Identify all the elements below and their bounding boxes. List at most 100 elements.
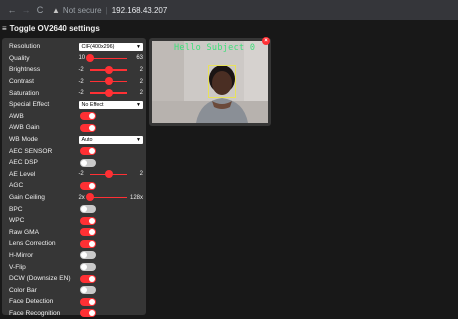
setting-label: DCW (Downsize EN)	[9, 275, 71, 283]
chevron-down-icon: ▼	[136, 101, 141, 108]
setting-label: AEC DSP	[9, 159, 38, 167]
setting-h-mirror: H-Mirror	[9, 250, 143, 262]
reload-icon[interactable]: C	[34, 5, 46, 15]
setting-v-flip: V-Flip	[9, 261, 143, 273]
setting-brightness: Brightness -2 2	[9, 64, 143, 76]
toggle-knob	[89, 229, 95, 236]
slider-thumb[interactable]	[104, 89, 113, 98]
quality-slider[interactable]: 10 63	[78, 54, 143, 63]
wb-mode-select[interactable]: Auto ▼	[79, 135, 143, 144]
hamburger-icon[interactable]: ≡	[2, 24, 7, 33]
slider-track[interactable]	[86, 54, 127, 63]
setting-contrast: Contrast -2 2	[9, 76, 143, 88]
toggle-knob	[89, 240, 95, 247]
chevron-down-icon: ▼	[136, 136, 141, 143]
raw-gma-toggle[interactable]	[80, 228, 96, 237]
slider-track[interactable]	[90, 77, 127, 86]
slider-track[interactable]	[90, 170, 127, 179]
setting-resolution: Resolution CIF(400x296) ▼	[9, 41, 143, 53]
slider-thumb[interactable]	[104, 65, 113, 74]
special-effect-select[interactable]: No Effect ▼	[79, 100, 143, 109]
aec-sensor-toggle[interactable]	[80, 147, 96, 156]
setting-label: WPC	[9, 217, 25, 225]
settings-toggle-label[interactable]: Toggle OV2640 settings	[10, 24, 100, 33]
awb-gain-toggle[interactable]	[80, 123, 96, 132]
setting-agc: AGC	[9, 180, 143, 192]
toggle-knob	[81, 264, 87, 271]
setting-label: Saturation	[9, 89, 40, 97]
setting-color-bar: Color Bar	[9, 284, 143, 296]
toggle-knob	[89, 217, 95, 224]
warning-icon[interactable]: ▲	[52, 6, 60, 15]
slider-track[interactable]	[90, 65, 127, 74]
forward-arrow-icon[interactable]: →	[20, 5, 32, 15]
saturation-slider[interactable]: -2 2	[78, 89, 143, 98]
gain-ceiling-slider[interactable]: 2x 128x	[78, 193, 143, 202]
slider-track[interactable]	[86, 193, 127, 202]
h-mirror-toggle[interactable]	[80, 251, 96, 260]
security-label[interactable]: Not secure	[63, 6, 102, 15]
camera-stream: Hello Subject 0	[152, 41, 268, 123]
select-value: No Effect	[81, 101, 104, 108]
back-arrow-icon[interactable]: ←	[6, 5, 18, 15]
awb-toggle[interactable]	[80, 112, 96, 121]
toggle-knob	[89, 124, 95, 131]
setting-awb-gain: AWB Gain	[9, 122, 143, 134]
face-detection-box	[208, 65, 236, 98]
close-icon[interactable]: ×	[262, 37, 270, 45]
setting-label: Resolution	[9, 43, 41, 51]
color-bar-toggle[interactable]	[80, 286, 96, 295]
slider-thumb[interactable]	[86, 54, 95, 63]
slider-max: 2	[139, 78, 143, 85]
setting-face-detection: Face Detection	[9, 296, 143, 308]
lens-correction-toggle[interactable]	[80, 239, 96, 248]
stream-container: Hello Subject 0 ×	[149, 37, 271, 126]
setting-label: AE Level	[9, 170, 36, 178]
setting-face-recognition: Face Recognition	[9, 308, 143, 319]
toggle-knob	[81, 206, 87, 213]
toggle-knob	[89, 298, 95, 305]
slider-max: 63	[136, 55, 143, 62]
address-bar[interactable]: 192.168.43.207	[112, 6, 168, 15]
settings-toggle[interactable]: ≡ Toggle OV2640 settings	[0, 20, 458, 37]
slider-thumb[interactable]	[104, 170, 113, 179]
browser-toolbar: ← → C ▲ Not secure | 192.168.43.207	[0, 0, 458, 20]
slider-max: 2	[139, 90, 143, 97]
setting-label: Face Recognition	[9, 309, 61, 317]
face-detection-toggle[interactable]	[80, 297, 96, 306]
contrast-slider[interactable]: -2 2	[78, 77, 143, 86]
setting-gain-ceiling: Gain Ceiling 2x 128x	[9, 192, 143, 204]
slider-min: -2	[78, 78, 84, 85]
setting-label: BPC	[9, 205, 23, 213]
setting-label: Quality	[9, 54, 30, 62]
setting-label: Face Detection	[9, 298, 54, 306]
setting-awb: AWB	[9, 111, 143, 123]
setting-label: AGC	[9, 182, 24, 190]
select-value: Auto	[81, 136, 93, 143]
face-recognition-toggle[interactable]	[80, 309, 96, 318]
resolution-select[interactable]: CIF(400x296) ▼	[79, 42, 143, 51]
setting-saturation: Saturation -2 2	[9, 87, 143, 99]
settings-panel: Resolution CIF(400x296) ▼ Quality 10 63 …	[2, 38, 146, 318]
toggle-knob	[89, 182, 95, 189]
setting-aec-dsp: AEC DSP	[9, 157, 143, 169]
toggle-knob	[89, 148, 95, 155]
slider-thumb[interactable]	[86, 193, 95, 202]
brightness-slider[interactable]: -2 2	[78, 65, 143, 74]
v-flip-toggle[interactable]	[80, 263, 96, 272]
setting-label: AWB	[9, 112, 24, 120]
slider-thumb[interactable]	[104, 77, 113, 86]
slider-track[interactable]	[90, 89, 127, 98]
bpc-toggle[interactable]	[80, 205, 96, 214]
address-separator: |	[105, 5, 108, 15]
ae-level-slider[interactable]: -2 2	[78, 170, 143, 179]
setting-label: H-Mirror	[9, 251, 34, 259]
dcw-toggle[interactable]	[80, 274, 96, 283]
wpc-toggle[interactable]	[80, 216, 96, 225]
slider-max: 2	[139, 171, 143, 178]
aec-dsp-toggle[interactable]	[80, 158, 96, 167]
setting-wb-mode: WB Mode Auto ▼	[9, 134, 143, 146]
setting-label: AWB Gain	[9, 124, 40, 132]
agc-toggle[interactable]	[80, 181, 96, 190]
slider-min: -2	[78, 66, 84, 73]
